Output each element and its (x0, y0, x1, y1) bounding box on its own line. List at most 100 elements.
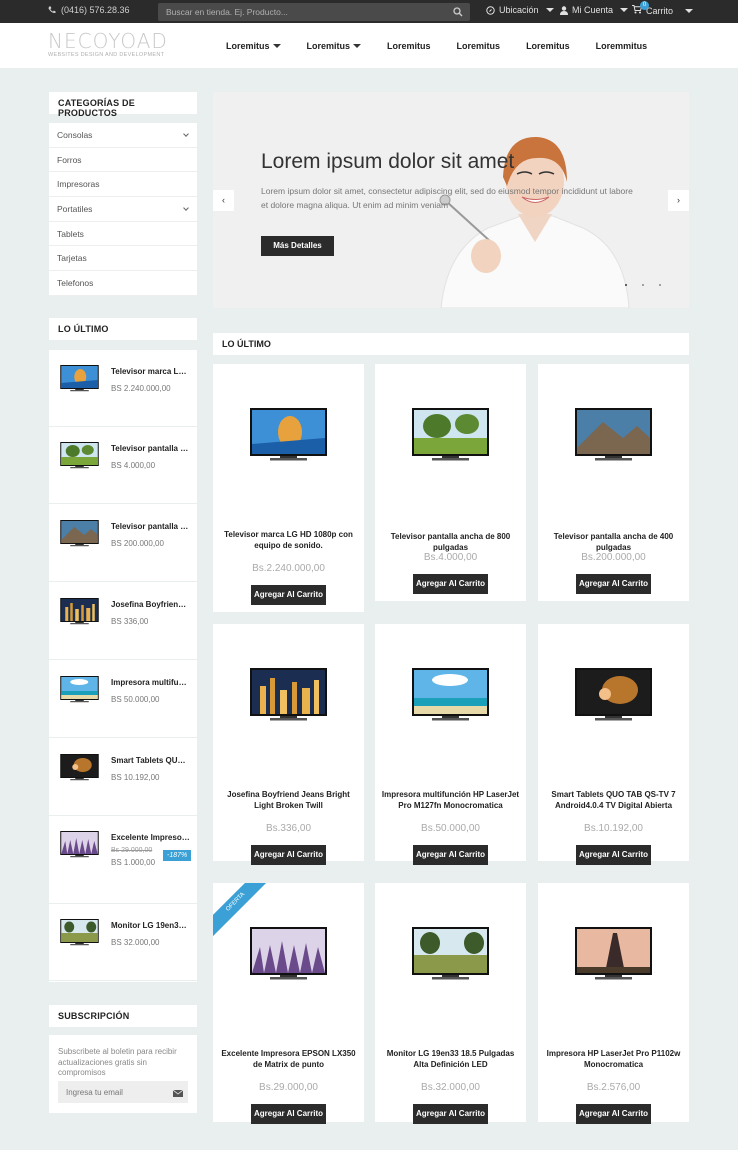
category-item[interactable]: Consolas (49, 123, 197, 148)
slider-dot[interactable] (625, 284, 627, 286)
add-to-cart-button[interactable]: Agregar Al Carrito (251, 1104, 326, 1124)
envelope-icon[interactable] (173, 1090, 183, 1097)
side-product-name[interactable]: Televisor marca LG HD 1080p (111, 367, 191, 376)
side-product-item[interactable]: Josefina Boyfriend Jeans Bright BS 336,00 (49, 583, 197, 660)
add-to-cart-button[interactable]: Agregar Al Carrito (251, 585, 326, 605)
slider-next-button[interactable]: › (668, 190, 689, 211)
product-card[interactable]: Televisor pantalla ancha de 800 pulgadas… (375, 364, 526, 601)
add-to-cart-button[interactable]: Agregar Al Carrito (576, 845, 651, 865)
product-image[interactable] (250, 408, 327, 464)
product-card[interactable]: Monitor LG 19en33 18.5 Pulgadas Alta Def… (375, 883, 526, 1124)
side-product-name[interactable]: Josefina Boyfriend Jeans Bright (111, 600, 191, 609)
category-item[interactable]: Tablets (49, 222, 197, 247)
product-thumbnail[interactable] (58, 754, 101, 782)
latest-side-title: LO ÚLTIMO (49, 318, 197, 340)
nav-item[interactable]: Loremitus (387, 41, 431, 51)
product-name[interactable]: Smart Tablets QUO TAB QS-TV 7 Android4.0… (544, 789, 683, 811)
add-to-cart-button[interactable]: Agregar Al Carrito (413, 574, 488, 594)
side-product-item[interactable]: Excelente Impresora EPSON Bs 29.000,00 BS … (49, 816, 197, 904)
category-item[interactable]: Telefonos (49, 271, 197, 296)
side-product-name[interactable]: Impresora multifuncional HP (111, 678, 191, 687)
add-to-cart-button[interactable]: Agregar Al Carrito (576, 574, 651, 594)
side-product-name[interactable]: Smart Tablets QUO TAB (111, 756, 191, 765)
product-name[interactable]: Televisor pantalla ancha de 400 pulgadas (544, 531, 683, 553)
cart-menu[interactable]: 0 Carrito (632, 1, 694, 16)
product-thumbnail[interactable] (58, 365, 101, 393)
product-image[interactable] (250, 668, 327, 724)
product-name[interactable]: Impresora HP LaserJet Pro P1102w Monocro… (544, 1048, 683, 1070)
search-input[interactable] (158, 3, 448, 21)
side-product-item[interactable]: Smart Tablets QUO TAB BS 10.192,00 (49, 739, 197, 816)
category-item[interactable]: Tarjetas (49, 246, 197, 272)
side-product-name[interactable]: Monitor LG 19en33 18.5 (111, 921, 191, 930)
add-to-cart-button[interactable]: Agregar Al Carrito (413, 845, 488, 865)
product-image[interactable] (412, 408, 489, 464)
product-price: Bs.32.000,00 (421, 1082, 480, 1093)
product-card[interactable]: Impresora HP LaserJet Pro P1102w Monocro… (538, 883, 689, 1124)
product-card[interactable]: Televisor marca LG HD 1080p con equipo d… (213, 364, 364, 612)
side-product-name[interactable]: Excelente Impresora EPSON (111, 833, 191, 842)
product-thumbnail[interactable] (58, 919, 101, 947)
product-name[interactable]: Televisor pantalla ancha de 800 pulgadas (381, 531, 520, 553)
product-card[interactable]: Excelente Impresora EPSON LX350 de Matri… (213, 883, 364, 1124)
product-card[interactable]: Josefina Boyfriend Jeans Bright Light Br… (213, 624, 364, 865)
product-thumbnail[interactable] (58, 831, 101, 859)
side-product-price: BS 336,00 (111, 617, 149, 626)
add-to-cart-button[interactable]: Agregar Al Carrito (413, 1104, 488, 1124)
category-label: Tablets (57, 228, 84, 239)
chevron-down-icon (620, 8, 629, 12)
product-image[interactable] (575, 668, 652, 724)
slider-dots (625, 284, 661, 286)
product-name[interactable]: Televisor marca LG HD 1080p con equipo d… (219, 529, 358, 551)
category-item[interactable]: Impresoras (49, 172, 197, 198)
product-image[interactable] (412, 927, 489, 983)
add-to-cart-button[interactable]: Agregar Al Carrito (251, 845, 326, 865)
side-product-price: BS 200.000,00 (111, 539, 164, 548)
nav-item[interactable]: Loremitus (307, 41, 362, 51)
category-item[interactable]: Forros (49, 148, 197, 173)
side-product-item[interactable]: Impresora multifuncional HP BS 50.000,00 (49, 661, 197, 738)
side-product-name[interactable]: Televisor pantalla ancha de 800 pulgadas (111, 444, 191, 453)
location-menu[interactable]: Ubicación (486, 5, 554, 15)
side-product-item[interactable]: Televisor pantalla ancha de 400 pulgadas… (49, 505, 197, 582)
product-thumbnail[interactable] (58, 676, 101, 704)
search-icon[interactable] (453, 7, 463, 17)
product-name[interactable]: Monitor LG 19en33 18.5 Pulgadas Alta Def… (381, 1048, 520, 1070)
product-thumbnail[interactable] (58, 598, 101, 626)
account-menu[interactable]: Mi Cuenta (560, 5, 629, 15)
search-box[interactable] (158, 3, 470, 21)
product-thumbnail[interactable] (58, 442, 101, 470)
nav-item[interactable]: Loremitus (457, 41, 501, 51)
product-card[interactable]: Televisor pantalla ancha de 400 pulgadas… (538, 364, 689, 601)
slider-dot[interactable] (659, 284, 661, 286)
product-name[interactable]: Josefina Boyfriend Jeans Bright Light Br… (219, 789, 358, 811)
side-product-item[interactable]: Televisor pantalla ancha de 800 pulgadas… (49, 427, 197, 504)
product-name[interactable]: Excelente Impresora EPSON LX350 de Matri… (219, 1048, 358, 1070)
chevron-down-icon[interactable] (183, 205, 189, 211)
product-card[interactable]: Impresora multifunción HP LaserJet Pro M… (375, 624, 526, 865)
side-product-item[interactable]: Monitor LG 19en33 18.5 BS 32.000,00 (49, 904, 197, 981)
nav-item[interactable]: Loremitus (226, 41, 281, 51)
side-product-item[interactable]: Televisor marca LG HD 1080p BS 2.240.000,… (49, 350, 197, 427)
product-image[interactable] (575, 927, 652, 983)
product-image[interactable] (575, 408, 652, 464)
product-price: Bs.10.192,00 (584, 823, 643, 834)
product-image[interactable] (412, 668, 489, 724)
slider-prev-button[interactable]: ‹ (213, 190, 234, 211)
nav-item-label: Loremitus (456, 41, 501, 51)
add-to-cart-button[interactable]: Agregar Al Carrito (576, 1104, 651, 1124)
logo[interactable]: NECOYOAD WEBSITES DESIGN AND DEVELOPMENT (48, 31, 168, 58)
phone-icon (48, 6, 56, 14)
category-label: Telefonos (57, 278, 94, 289)
nav-item[interactable]: Loremitus (526, 41, 570, 51)
product-card[interactable]: Smart Tablets QUO TAB QS-TV 7 Android4.0… (538, 624, 689, 865)
email-field[interactable] (58, 1081, 188, 1103)
product-thumbnail[interactable] (58, 520, 101, 548)
side-product-name[interactable]: Televisor pantalla ancha de 400 pulgadas (111, 522, 191, 531)
product-name[interactable]: Impresora multifunción HP LaserJet Pro M… (381, 789, 520, 811)
chevron-down-icon[interactable] (183, 131, 189, 137)
slider-dot[interactable] (642, 284, 644, 286)
hero-details-button[interactable]: Más Detalles (261, 236, 334, 256)
category-item[interactable]: Portatiles (49, 197, 197, 222)
nav-item[interactable]: Loremmitus (596, 41, 648, 51)
